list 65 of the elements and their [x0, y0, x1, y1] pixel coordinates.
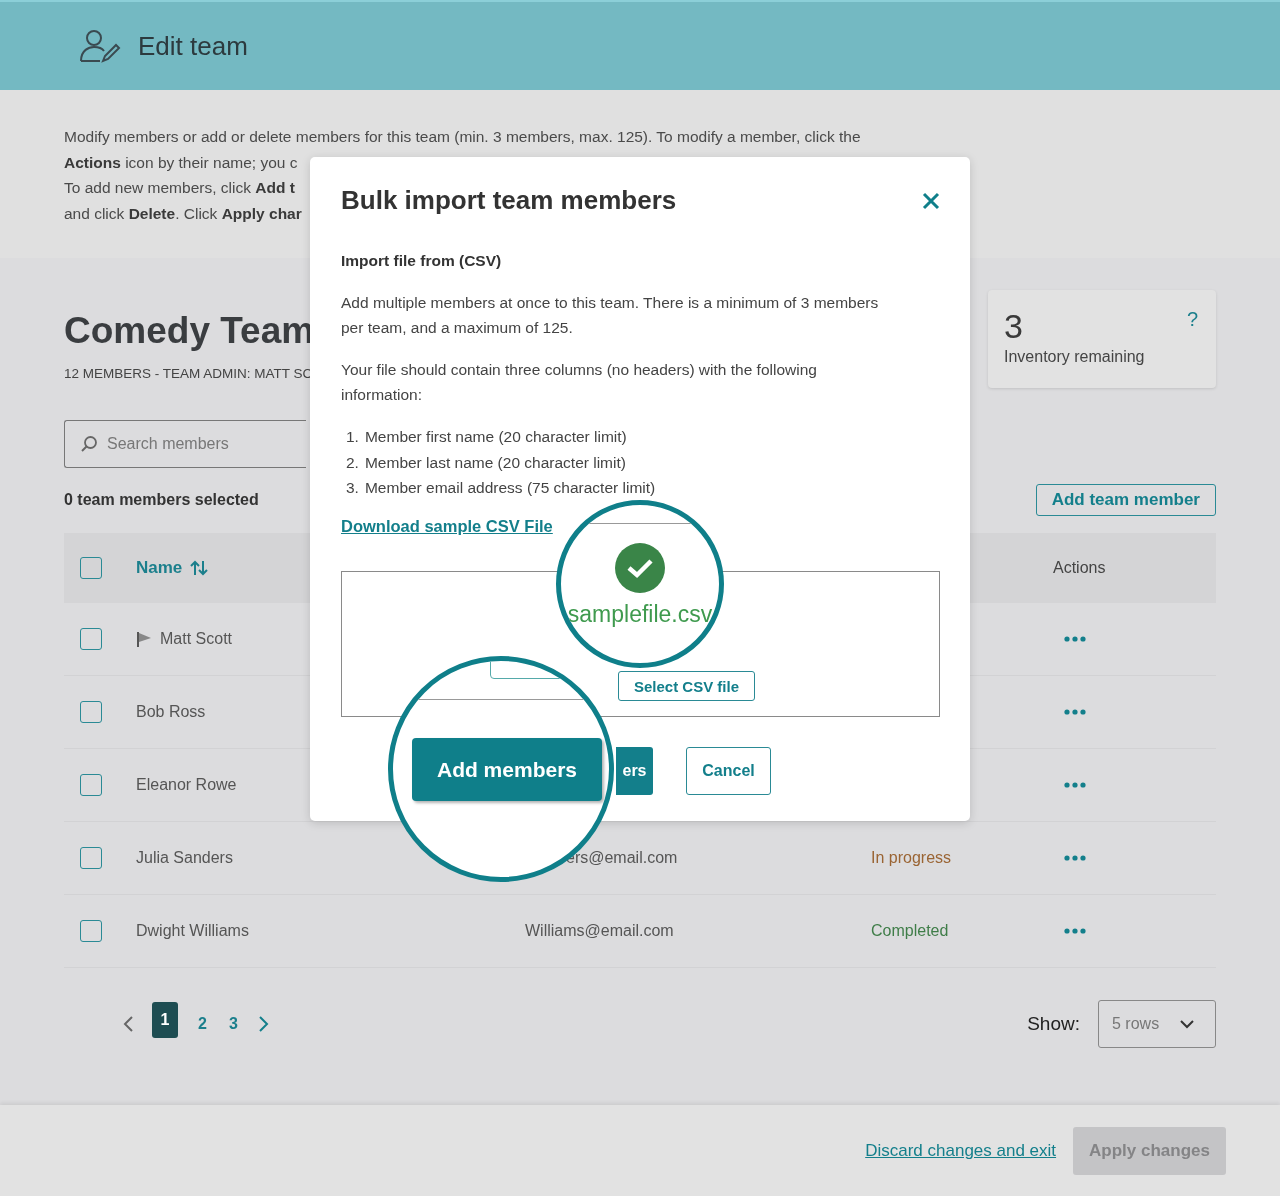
dialog-title: Bulk import team members	[341, 185, 677, 216]
member-email: Williams@email.com	[525, 922, 674, 939]
cancel-button[interactable]: Cancel	[686, 747, 771, 795]
member-name: Eleanor Rowe	[136, 776, 237, 794]
search-icon	[80, 435, 98, 453]
inventory-label: Inventory remaining	[1004, 348, 1146, 366]
section-heading: Import file from (CSV)	[341, 252, 503, 270]
sort-icon[interactable]	[190, 560, 209, 576]
page-title: Edit team	[138, 30, 248, 62]
sort-column-header[interactable]: Name	[136, 558, 183, 578]
checkbox[interactable]	[80, 701, 102, 723]
member-email: ers@email.com	[566, 849, 678, 866]
list-number: 3.	[346, 478, 359, 499]
previous-page-icon[interactable]	[122, 1015, 134, 1033]
checkbox[interactable]	[80, 920, 102, 942]
more-icon[interactable]	[1064, 782, 1086, 788]
column-header: Actions	[1053, 559, 1106, 577]
file-name: samplefile.csv	[567, 601, 713, 628]
rows-dropdown[interactable]: 5 rows	[1098, 1000, 1216, 1048]
intro-text: and click Delete. Click Apply char	[64, 204, 302, 225]
list-number: 1.	[346, 427, 359, 447]
more-icon[interactable]	[1064, 855, 1086, 861]
team-name: Comedy Team	[64, 309, 315, 353]
checkbox[interactable]	[80, 557, 102, 579]
chevron-down-icon	[1179, 1019, 1195, 1029]
more-icon[interactable]	[1064, 709, 1086, 715]
discard-link[interactable]: Discard changes and exit	[865, 1140, 1057, 1161]
dialog-text: Add multiple members at once to this team. There is a minimum of 3 members per team, and a maximum of 125.	[341, 293, 880, 338]
rows-label: Show:	[1027, 1013, 1080, 1035]
member-name: Bob Ross	[136, 703, 206, 721]
member-status: Completed	[871, 922, 949, 939]
download-link[interactable]: Download sample CSV File	[341, 517, 553, 537]
checkbox[interactable]	[80, 774, 102, 796]
inventory-count: 3	[1004, 306, 1023, 347]
page-link[interactable]: 3	[226, 1015, 240, 1033]
help-link[interactable]: ?	[1186, 308, 1198, 348]
member-name: Dwight Williams	[136, 922, 249, 940]
dialog-text: Your file should contain three columns (no headers) with the following information:	[341, 360, 818, 405]
page-link[interactable]: 1	[152, 1001, 178, 1038]
team-subtitle: 12 MEMBERS - TEAM ADMIN: MATT SC	[64, 366, 314, 381]
more-icon[interactable]	[1064, 928, 1086, 934]
selected-count: 0 team members selected	[64, 491, 259, 509]
page-link[interactable]: 2	[196, 1015, 209, 1033]
next-page-icon[interactable]	[257, 1015, 270, 1033]
person-edit-icon	[78, 28, 122, 64]
member-name: Matt Scott	[160, 630, 233, 648]
checkbox[interactable]	[80, 847, 102, 869]
close-icon[interactable]	[922, 191, 940, 210]
member-status: In progress	[871, 849, 952, 866]
list-number: 2.	[346, 452, 359, 473]
select-file-button[interactable]: Select CSV file	[617, 671, 755, 701]
intro-text: To add new members, click Add t	[64, 178, 295, 199]
add-members-button[interactable]: Add members	[412, 738, 602, 801]
list-item: Member first name (20 character limit)	[364, 427, 627, 447]
more-icon[interactable]	[1064, 636, 1086, 642]
list-item: Member email address (75 character limit)	[364, 478, 656, 499]
check-icon	[615, 543, 665, 593]
checkbox[interactable]	[80, 628, 102, 650]
list-item: Member last name (20 character limit)	[364, 452, 626, 473]
add-members-button[interactable]: ers	[616, 747, 653, 795]
search-field[interactable]: Search members	[64, 420, 306, 468]
add-member-button[interactable]: Add team member	[1035, 484, 1216, 516]
intro-text: Modify members or add or delete members for this team (min. 3 members, max. 125). To modify a member, click the	[64, 127, 861, 147]
member-name: Julia Sanders	[136, 849, 233, 867]
intro-text: Actions icon by their name; you c	[64, 152, 298, 173]
